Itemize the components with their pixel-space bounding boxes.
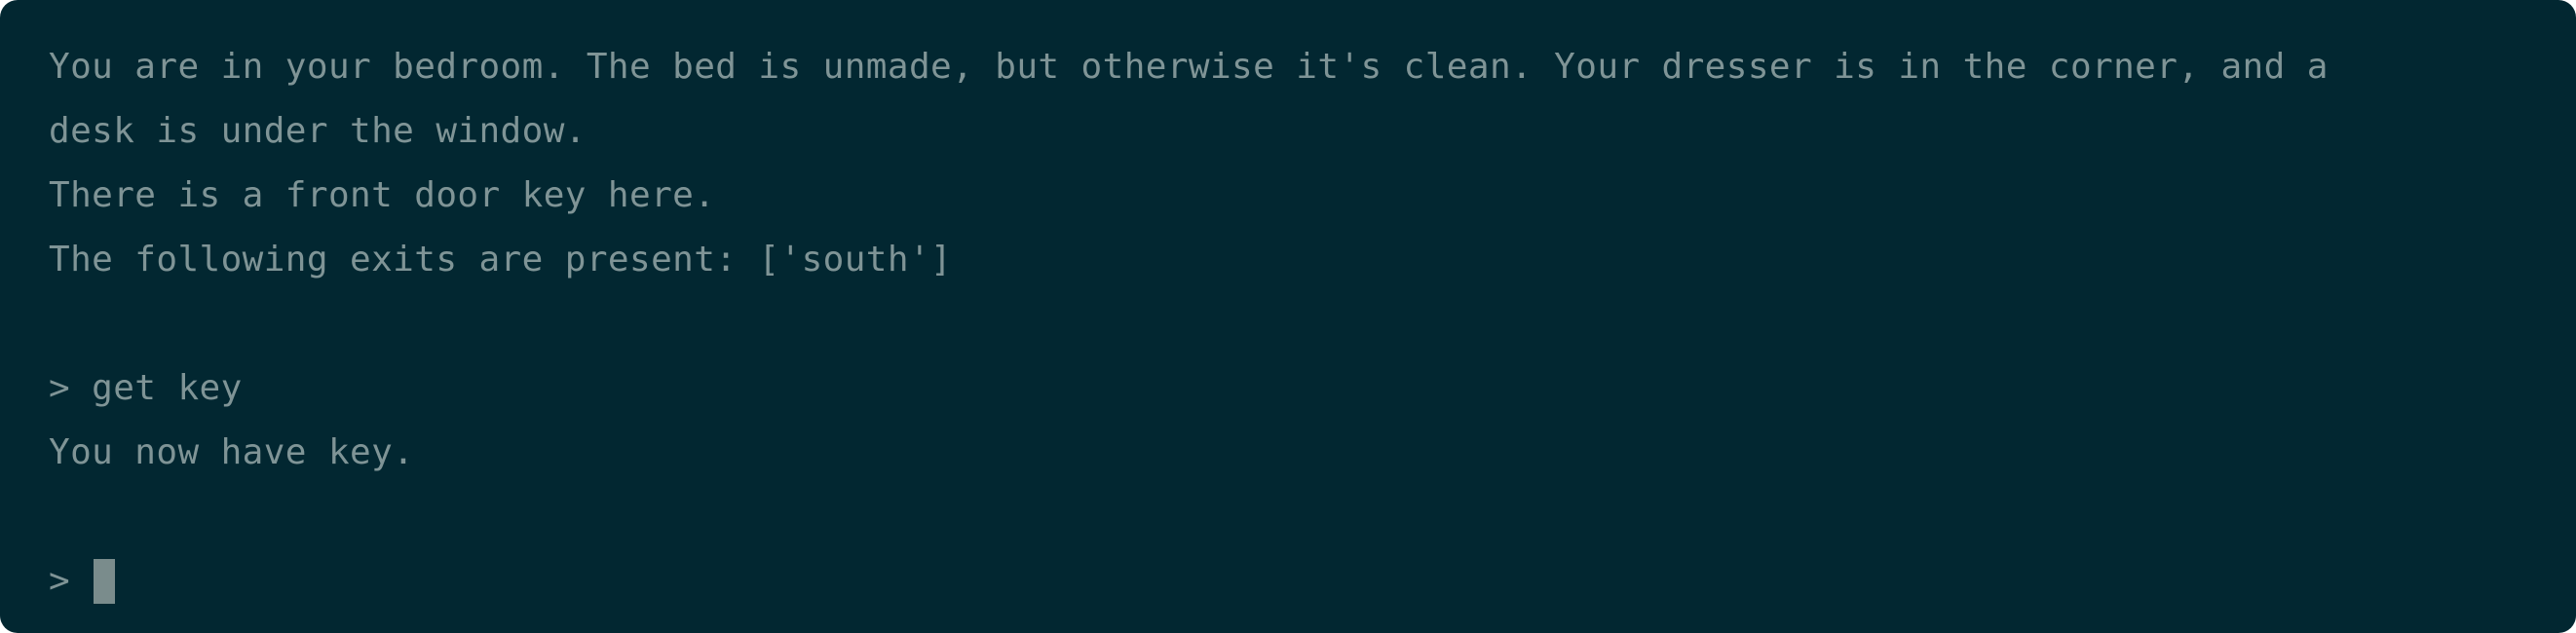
prompt-symbol: > <box>49 561 71 601</box>
room-description-line-1: You are in your bedroom. The bed is unma… <box>49 47 2329 87</box>
command-input-line[interactable]: > <box>49 549 2527 614</box>
command-history-line: > get key <box>49 368 243 408</box>
room-description-line-2: desk is under the window. <box>49 111 587 151</box>
command-response-text: You now have key. <box>49 432 415 472</box>
exits-text: The following exits are present: ['south… <box>49 240 953 279</box>
item-here-text: There is a front door key here. <box>49 175 716 215</box>
terminal-window[interactable]: You are in your bedroom. The bed is unma… <box>0 0 2576 633</box>
text-cursor[interactable] <box>94 559 116 604</box>
